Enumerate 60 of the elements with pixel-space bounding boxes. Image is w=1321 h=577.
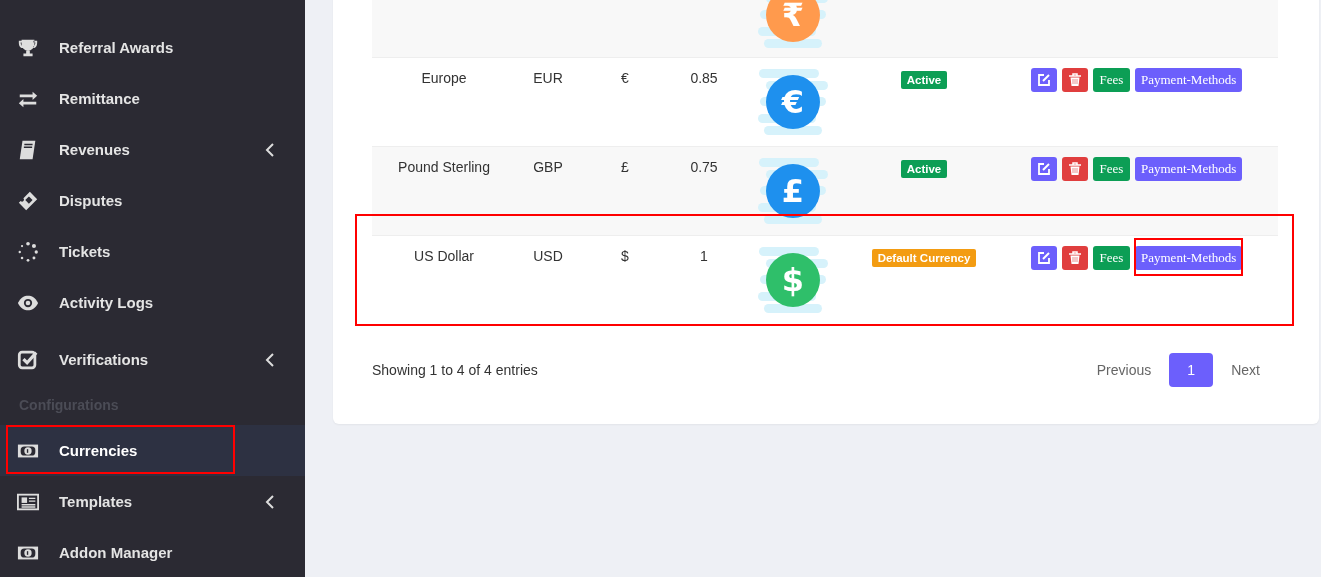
sidebar-label[interactable]: Currencies (59, 442, 288, 459)
trash-icon (1068, 251, 1082, 265)
sidebar-item[interactable]: Revenues (0, 124, 305, 175)
currency-name: Europe (420, 69, 468, 88)
delete-button[interactable] (1062, 246, 1088, 270)
exchange-rate: 1 (699, 247, 709, 266)
trash-icon (1068, 73, 1082, 87)
page-button[interactable]: 1 (1169, 353, 1214, 387)
delete-button[interactable] (1062, 157, 1088, 181)
sidebar-label[interactable]: Addon Manager (59, 544, 288, 561)
pagination-link[interactable]: Next (1213, 353, 1278, 387)
currency-code: USD (532, 247, 564, 266)
exchange-rate: 0.75 (689, 158, 719, 177)
sidebar-item[interactable]: Referral Awards (0, 22, 305, 73)
sidebar-label[interactable]: Referral Awards (59, 39, 288, 56)
sidebar-item[interactable]: Addon Manager (0, 527, 305, 577)
sidebar-item[interactable]: Currencies (0, 425, 305, 476)
sidebar-label[interactable]: Revenues (59, 141, 265, 158)
payment-methods-button[interactable]: Payment-Methods (1135, 246, 1243, 270)
currency-code: EUR (532, 69, 564, 88)
currency-name: Pound Sterling (397, 158, 491, 177)
ticket-icon (17, 189, 39, 212)
chevron-left-icon[interactable] (265, 352, 275, 367)
chevron-left-icon[interactable] (265, 142, 275, 157)
edit-icon (1037, 251, 1051, 265)
delete-button[interactable] (1062, 68, 1088, 92)
edit-icon (1037, 162, 1051, 176)
sidebar-label[interactable]: Templates (59, 493, 265, 510)
dots-circle-icon (17, 240, 39, 263)
sidebar-item[interactable]: Activity Logs (0, 277, 305, 328)
sidebar-label[interactable]: Verifications (59, 351, 265, 368)
payment-methods-button[interactable]: Payment-Methods (1135, 68, 1243, 92)
status-badge: Default Currency (871, 249, 977, 267)
payment-methods-button[interactable]: Payment-Methods (1135, 157, 1243, 181)
entries-info: Showing 1 to 4 of 4 entries (372, 362, 538, 378)
edit-button[interactable] (1031, 68, 1057, 92)
currency-symbol: £ (620, 158, 630, 177)
status-badge: Active (900, 71, 948, 89)
edit-button[interactable] (1031, 246, 1057, 270)
edit-button[interactable] (1031, 157, 1057, 181)
currency-symbol: $ (620, 247, 630, 266)
currency-symbol: € (620, 69, 630, 88)
exchange-rate: 0.85 (689, 69, 719, 88)
sidebar-item[interactable]: Verifications (0, 334, 305, 385)
sidebar-item[interactable]: Disputes (0, 175, 305, 226)
sidebar-label[interactable]: Remittance (59, 90, 288, 107)
pagination-link[interactable]: Previous (1078, 353, 1170, 387)
sidebar-item[interactable]: Tickets (0, 226, 305, 277)
sidebar-label[interactable]: Activity Logs (59, 294, 288, 311)
edit-icon (1037, 73, 1051, 87)
sidebar-item[interactable]: Remittance (0, 73, 305, 124)
status-badge: Active (900, 160, 948, 178)
chevron-left-icon[interactable] (265, 494, 275, 509)
currency-name: US Dollar (413, 247, 475, 266)
currency-code: GBP (532, 158, 564, 177)
sidebar-label[interactable]: Disputes (59, 192, 288, 209)
checkbox-icon (17, 348, 39, 371)
trash-icon (1068, 162, 1082, 176)
sidebar-item[interactable]: Templates (0, 476, 305, 527)
sidebar-label[interactable]: Tickets (59, 243, 288, 260)
